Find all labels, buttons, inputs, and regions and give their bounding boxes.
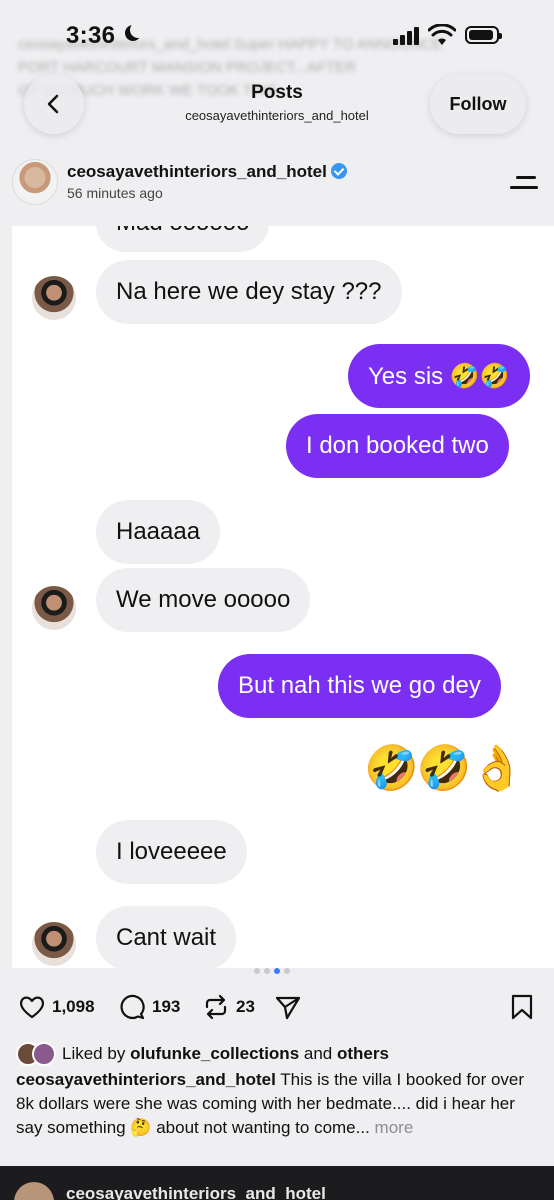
post-caption: ceosayavethinteriors_and_hotel This is t… <box>16 1068 541 1140</box>
caption-more-link[interactable]: more <box>375 1118 414 1137</box>
repost-button[interactable]: 23 <box>202 993 255 1021</box>
share-button[interactable] <box>274 993 308 1021</box>
follow-button[interactable]: Follow <box>430 74 526 134</box>
liked-by-others[interactable]: others <box>337 1044 389 1064</box>
page-header: Posts ceosayavethinteriors_and_hotel <box>150 82 404 123</box>
liked-by-row[interactable]: Liked by olufunke_collections and others <box>16 1042 389 1066</box>
repost-count: 23 <box>236 997 255 1016</box>
chat-avatar <box>32 922 76 966</box>
post-timestamp: 56 minutes ago <box>67 185 163 201</box>
save-button[interactable] <box>508 993 542 1021</box>
chat-bubble-incoming: Cant wait <box>96 906 237 968</box>
more-options-icon[interactable] <box>510 172 538 192</box>
chat-emoji-message: 🤣🤣👌 <box>364 744 524 793</box>
comment-button[interactable]: 193 <box>118 993 180 1021</box>
chat-bubble-incoming: Na here we dey stay ??? <box>96 260 402 324</box>
bookmark-icon <box>511 994 533 1020</box>
heart-icon <box>20 996 44 1019</box>
liked-by-user[interactable]: olufunke_collections <box>130 1044 299 1064</box>
chat-bubble-incoming: Mad oooooo <box>96 226 270 252</box>
liker-avatar <box>32 1042 56 1066</box>
chat-avatar <box>32 276 76 320</box>
page-subtitle: ceosayavethinteriors_and_hotel <box>185 108 369 123</box>
liked-by-middle: and <box>303 1044 333 1063</box>
post-author-avatar[interactable] <box>12 159 58 205</box>
chat-bubble-incoming: I loveeeee <box>96 820 247 884</box>
page-title: Posts <box>251 82 303 103</box>
verified-badge-icon <box>330 163 347 179</box>
repost-icon <box>205 994 227 1020</box>
post-author-link[interactable]: ceosayavethinteriors_and_hotel <box>67 162 347 182</box>
chat-bubble-outgoing: Yes sis 🤣🤣 <box>348 344 530 408</box>
chevron-left-icon <box>47 94 59 114</box>
chat-bubble-incoming: Haaaaa <box>96 500 221 564</box>
chat-avatar <box>32 586 76 630</box>
comment-count: 193 <box>152 997 181 1016</box>
next-post-username[interactable]: ceosayavethinteriors_and_hotel <box>66 1184 326 1200</box>
post-header: ceosayavethinteriors_and_hotel 56 minute… <box>0 150 554 214</box>
like-count: 1,098 <box>52 997 95 1016</box>
like-button[interactable]: 1,098 <box>18 993 95 1021</box>
carousel-dot <box>264 968 270 974</box>
back-button[interactable] <box>24 74 84 134</box>
send-icon <box>275 996 301 1020</box>
chat-bubble-outgoing: But nah this we go dey <box>218 654 501 718</box>
carousel-dot <box>284 968 290 974</box>
chat-bubble-outgoing: I don booked two <box>286 414 509 478</box>
carousel-dot <box>254 968 260 974</box>
post-actions: 1,098 193 23 <box>0 985 554 1029</box>
post-author-username[interactable]: ceosayavethinteriors_and_hotel <box>67 162 327 181</box>
comment-icon <box>120 994 145 1020</box>
post-image-chat-screenshot[interactable]: Mad oooooo Na here we dey stay ??? Yes s… <box>12 226 554 968</box>
caption-username[interactable]: ceosayavethinteriors_and_hotel <box>16 1070 276 1089</box>
next-post-avatar[interactable] <box>14 1182 54 1200</box>
carousel-dot-active <box>274 968 280 974</box>
chat-bubble-incoming: We move ooooo <box>96 568 311 632</box>
liked-by-prefix: Liked by <box>62 1044 126 1063</box>
next-post-header: ceosayavethinteriors_and_hotel <box>0 1166 554 1200</box>
